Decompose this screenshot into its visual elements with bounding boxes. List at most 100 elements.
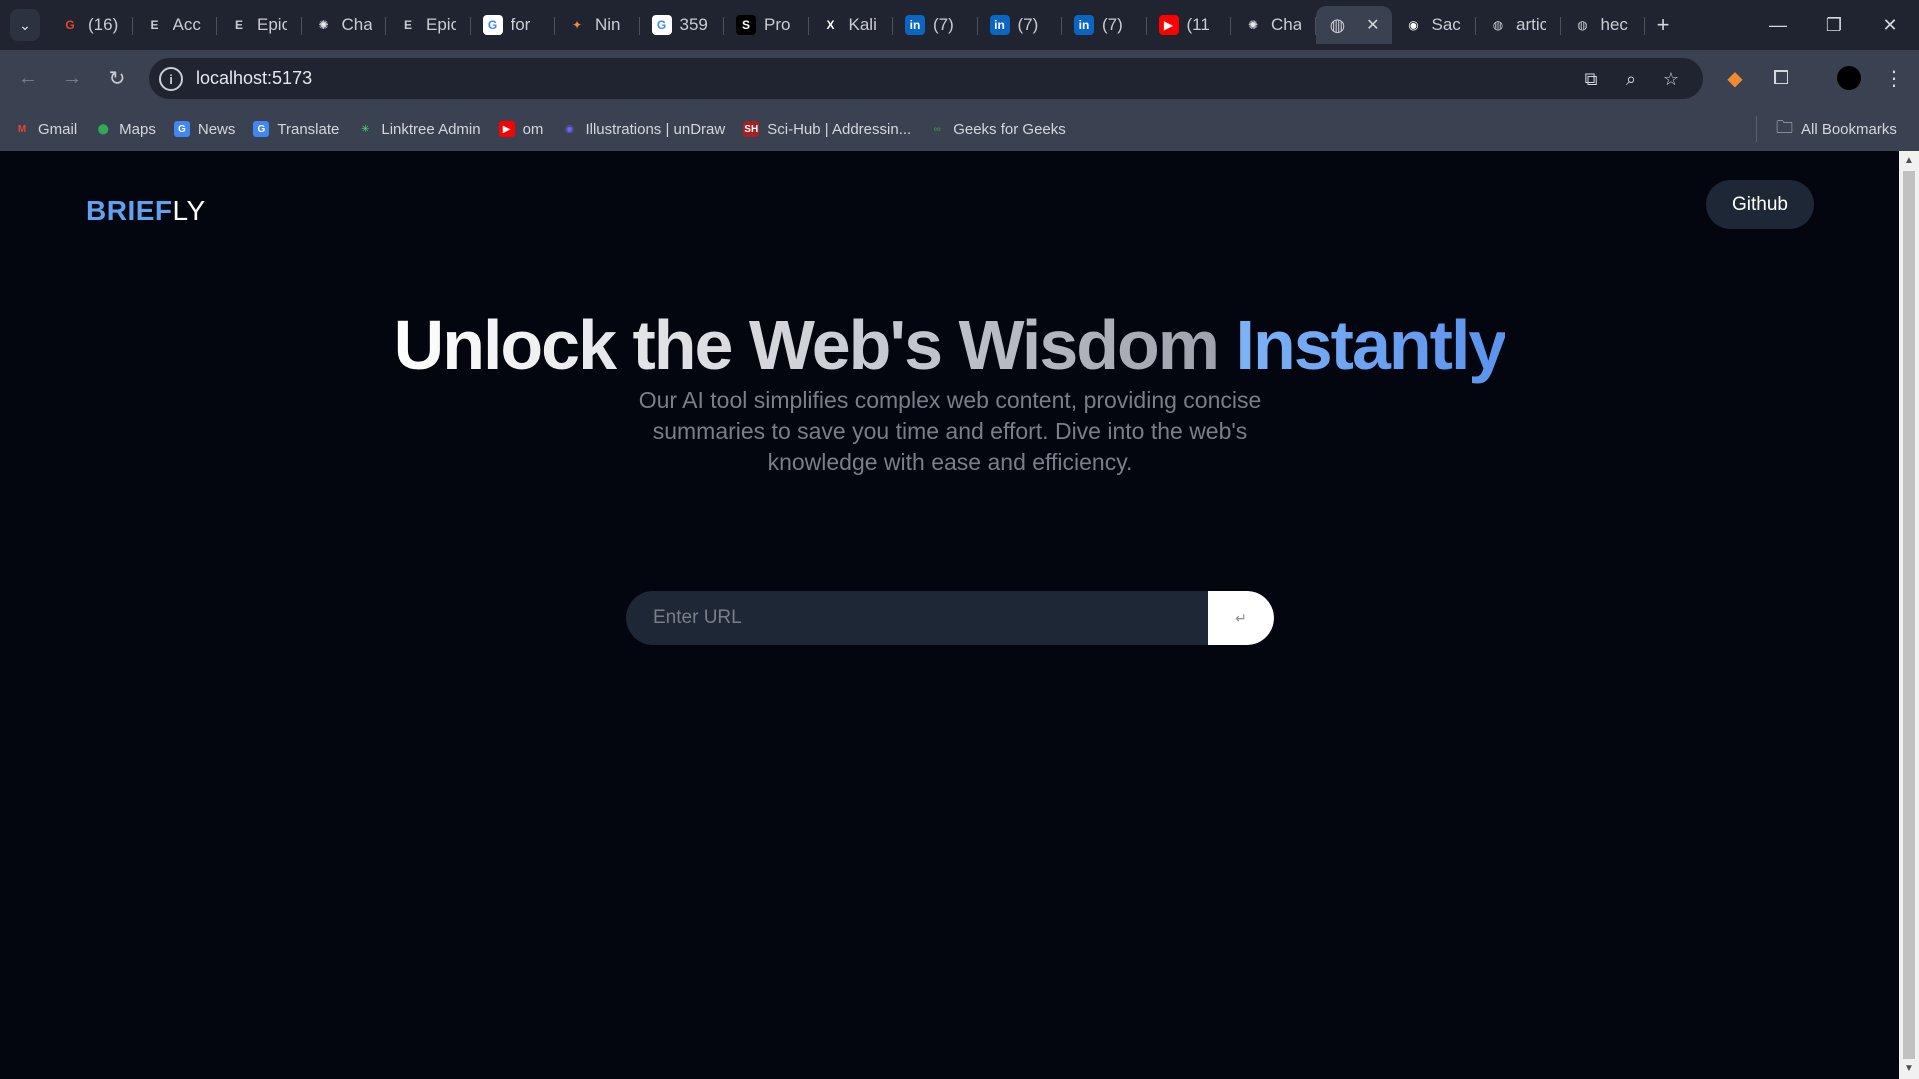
bookmark-favicon: ✳ (361, 123, 370, 135)
tab-favicon: E (150, 18, 159, 32)
zoom-icon[interactable]: ⌕ (1618, 66, 1644, 92)
arrow-right-icon: → (62, 66, 82, 89)
bookmark-favicon: M (17, 123, 27, 135)
bookmark-item[interactable]: ⬤ Maps (95, 121, 156, 138)
plus-icon: + (1656, 12, 1670, 37)
browser-tab[interactable]: G (16) (48, 6, 133, 44)
tab-favicon: G (65, 18, 75, 32)
translate-icon[interactable]: ⧉ (1578, 66, 1604, 92)
bookmark-item[interactable]: SH Sci-Hub | Addressin... (743, 121, 911, 138)
bookmark-label: Illustrations | unDraw (585, 120, 726, 138)
bookmark-item[interactable]: G News (173, 121, 235, 138)
browser-tab[interactable]: in (7) (893, 6, 978, 44)
tab-title: for (510, 15, 531, 34)
browser-tab[interactable]: ◍ hec (1561, 6, 1646, 44)
restore-button[interactable]: ❐ (1806, 0, 1862, 50)
app-logo[interactable]: BRIEFLY (86, 195, 206, 227)
browser-tab[interactable]: Gfor (471, 6, 556, 44)
bookmark-favicon: ⬤ (97, 123, 109, 135)
url-input[interactable] (626, 591, 1208, 645)
tab-list: G (16) E Acc E Epic ✺ Cha E Epic Gfor ✦ Nin G 359 S Pro X… (48, 6, 1645, 44)
logo-part-brief: BRIEF (86, 195, 173, 226)
minimize-button[interactable]: — (1750, 0, 1806, 50)
tab-title: artic (1516, 15, 1546, 34)
scrollbar-thumb[interactable] (1903, 171, 1915, 1059)
tab-favicon: X (826, 18, 835, 32)
bookmark-item[interactable]: M Gmail (14, 121, 77, 138)
tab-favicon: in (989, 15, 1010, 35)
bookmark-favicon: ◉ (565, 123, 574, 135)
logo-part-ly: LY (172, 195, 206, 226)
metamask-extension-icon[interactable]: ◆ (1720, 63, 1750, 93)
close-tab-icon[interactable]: ✕ (1366, 15, 1379, 35)
tab-favicon: in (905, 15, 925, 35)
address-url[interactable]: localhost:5173 (196, 68, 312, 89)
browser-tab[interactable]: ✺ Cha (1231, 6, 1316, 44)
browser-tab[interactable]: G 359 (640, 6, 725, 44)
tab-favicon: ◉ (1408, 18, 1419, 32)
browser-tab[interactable]: ✺ Cha (302, 6, 387, 44)
browser-tab[interactable]: ▶ (11 (1147, 6, 1232, 44)
bookmark-item[interactable]: ▶ om (498, 121, 543, 138)
browser-tab[interactable]: E Epic (217, 6, 302, 44)
address-bar[interactable]: i localhost:5173 ⧉ ⌕ ☆ (149, 58, 1703, 99)
forward-button[interactable]: → (57, 63, 87, 93)
url-form: ↵ (626, 591, 1274, 645)
page-scrollbar[interactable]: ▲ ▼ (1899, 151, 1919, 1079)
tab-favicon: E (234, 18, 243, 32)
browser-tab[interactable]: S Pro (724, 6, 809, 44)
new-tab-button[interactable]: + (1648, 10, 1678, 40)
browser-tab[interactable]: X Kali (809, 6, 894, 44)
tab-favicon: ◍ (1577, 18, 1588, 32)
tab-title: Cha (1271, 15, 1301, 34)
browser-tab[interactable]: in (7) (1062, 6, 1147, 44)
browser-tab[interactable]: E Epic (386, 6, 471, 44)
bookmark-label: Maps (119, 120, 156, 138)
tab-title: Nin (595, 15, 621, 34)
github-button[interactable]: Github (1706, 180, 1814, 229)
tab-favicon: G (482, 15, 503, 35)
browser-tab-active[interactable]: ◍ ✕ (1315, 6, 1392, 44)
browser-tab[interactable]: in (7) (978, 6, 1063, 44)
browser-menu-icon[interactable]: ⋮ (1879, 63, 1909, 93)
browser-tab[interactable]: ◍ artic (1476, 6, 1561, 44)
bookmark-item[interactable]: G Translate (253, 121, 339, 138)
hero-title: Unlock the Web's Wisdom Instantly (0, 305, 1899, 385)
tab-title: (7) (1102, 15, 1123, 34)
tab-title: Cha (341, 15, 372, 34)
page-viewport: BRIEFLY Github Unlock the Web's Wisdom I… (0, 151, 1899, 1079)
browser-tab[interactable]: E Acc (133, 6, 218, 44)
bookmark-label: Linktree Admin (381, 120, 481, 138)
hero-title-main: Unlock the Web's Wisdom (393, 306, 1236, 384)
browser-tab[interactable]: ◉ Sac (1392, 6, 1477, 44)
all-bookmarks-button[interactable]: 🗀 All Bookmarks (1776, 107, 1897, 151)
minimize-icon: — (1769, 14, 1787, 35)
bookmark-item[interactable]: ◉ Illustrations | unDraw (561, 121, 725, 138)
scroll-up-arrow[interactable]: ▲ (1904, 156, 1914, 166)
back-button[interactable]: ← (13, 63, 43, 93)
bookmark-favicon: G (253, 121, 270, 137)
tab-favicon: ✦ (571, 18, 583, 32)
restore-icon: ❐ (1825, 14, 1843, 35)
submit-button[interactable]: ↵ (1208, 591, 1274, 645)
tab-title: 359 (679, 15, 708, 34)
tab-favicon: E (403, 18, 412, 32)
arrow-left-icon: ← (18, 66, 38, 89)
bookmark-item[interactable]: ✳ Linktree Admin (357, 121, 480, 138)
site-info-icon[interactable]: i (159, 67, 183, 91)
browser-toolbar: ← → ↻ i localhost:5173 ⧉ ⌕ ☆ (0, 50, 1919, 107)
bookmark-star-icon[interactable]: ☆ (1658, 66, 1684, 92)
bookmark-label: Sci-Hub | Addressin... (767, 120, 912, 138)
bookmark-label: Gmail (38, 120, 78, 138)
browser-tab[interactable]: ✦ Nin (555, 6, 640, 44)
close-window-button[interactable]: ✕ (1862, 0, 1918, 50)
tab-title: Epic (426, 15, 456, 34)
tab-search-button[interactable]: ⌄ (10, 9, 40, 41)
bookmark-item[interactable]: ∞ Geeks for Geeks (929, 121, 1066, 138)
scroll-down-arrow[interactable]: ▼ (1904, 1064, 1914, 1074)
tab-favicon: ✺ (1247, 18, 1259, 32)
extensions-icon[interactable]: ⧠ (1766, 63, 1796, 93)
profile-avatar[interactable] (1834, 63, 1864, 93)
reload-button[interactable]: ↻ (102, 63, 132, 93)
tab-favicon: ▶ (1158, 15, 1179, 35)
